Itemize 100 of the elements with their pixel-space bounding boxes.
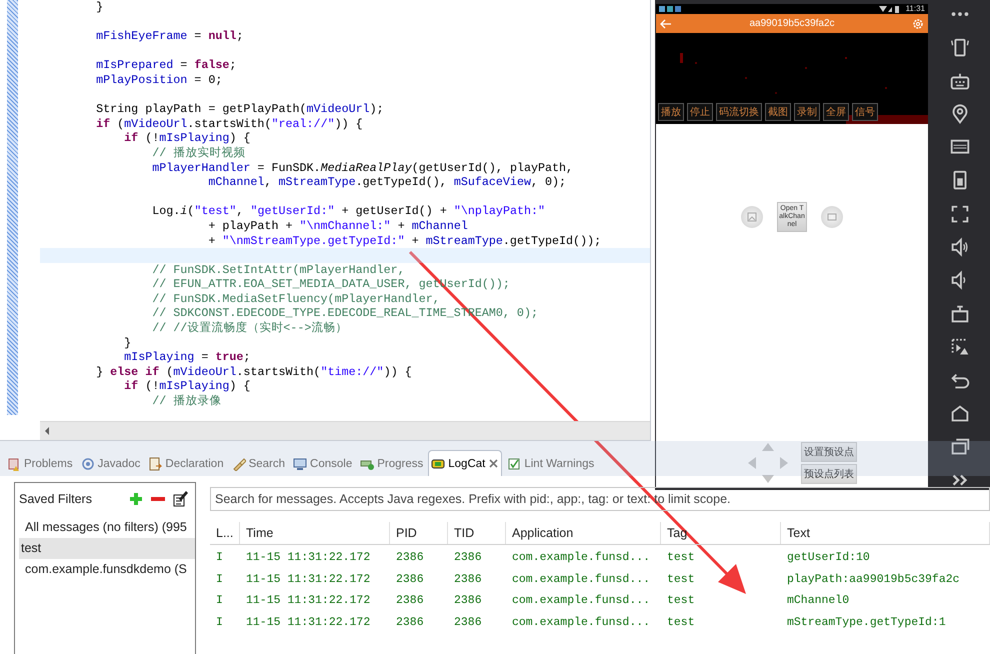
code-line: }: [95, 0, 104, 15]
code-line: mPlayPosition = 0;: [95, 72, 224, 88]
table-cell: getUserId:10: [787, 551, 870, 564]
table-cell: I: [216, 616, 223, 629]
video-icon: [827, 213, 837, 221]
column-header[interactable]: PID: [390, 522, 448, 544]
column-header[interactable]: TID: [448, 522, 506, 544]
code-line: mChannel, mStreamType.getTypeId(), mSufaceView, 0);: [207, 175, 568, 190]
panel-title: Saved Filters: [19, 492, 93, 506]
fullscreen-icon[interactable]: [949, 204, 971, 224]
column-header[interactable]: L...: [210, 522, 240, 544]
close-icon[interactable]: [488, 458, 500, 469]
filter-item[interactable]: All messages (no filters) (995: [19, 517, 195, 538]
table-cell: test: [667, 616, 695, 629]
view-tab[interactable]: Lint Warnings: [504, 450, 598, 476]
code-line: }: [123, 336, 132, 350]
code-line: // 播放实时视频: [151, 146, 246, 161]
notification-icons: [659, 6, 683, 12]
table-cell: 11-15 11:31:22.172: [246, 616, 370, 629]
logcat-icon: [431, 456, 446, 470]
view-tab[interactable]: Progress: [357, 450, 426, 476]
code-line: // FunSDK.SetIntAttr(mPlayerHandler,: [151, 262, 406, 278]
preset-button[interactable]: 设置预设点: [801, 442, 857, 462]
code-line: // FunSDK.MediaSetFluency(mPlayerHandler,: [151, 292, 441, 306]
table-cell: 2386: [396, 616, 424, 629]
view-tab[interactable]: Problems: [4, 450, 76, 476]
table-cell: test: [667, 572, 695, 586]
preset-button[interactable]: 预设点列表: [801, 464, 857, 484]
table-cell: 2386: [454, 551, 482, 564]
video-control-button[interactable]: 停止: [687, 103, 713, 121]
video-control-button[interactable]: 全屏: [823, 103, 849, 121]
code-line: mIsPrepared = false;: [95, 58, 238, 73]
checkbox-icon: [507, 456, 522, 470]
code-line: } else if (mVideoUrl.startsWith("time://")) {: [95, 364, 413, 380]
warning-icon: [7, 456, 21, 470]
table-cell: com.example.funsd...: [512, 551, 650, 564]
code-line: // //设置流畅度（实时<-->流畅）: [151, 321, 348, 336]
table-cell: I: [216, 551, 223, 564]
code-line: if (!mIsPlaying) {: [123, 131, 252, 146]
table-cell: playPath:aa99019b5c39fa2c: [787, 572, 960, 586]
code-line: mPlayerHandler = FunSDK.MediaRealPlay(getUserId(), playPath,: [151, 160, 574, 176]
table-cell: 2386: [396, 594, 424, 608]
column-header[interactable]: Tag: [661, 522, 781, 544]
code-line: Log.i("test", "getUserId:" + getUserId() + "\nplayPath:": [151, 204, 546, 219]
home-icon[interactable]: [949, 403, 971, 424]
table-cell: 2386: [396, 551, 424, 564]
view-tab[interactable]: Javadoc: [78, 450, 144, 476]
table-cell: 11-15 11:31:22.172: [246, 594, 370, 608]
edit-icon[interactable]: [173, 491, 189, 507]
video-control-button[interactable]: 码流切换: [716, 103, 762, 121]
video-control-button[interactable]: 录制: [794, 103, 820, 121]
table-cell: 2386: [454, 616, 482, 629]
screen-title: aa99019b5c39fa2c: [748, 18, 836, 29]
table-cell: test: [667, 551, 695, 564]
table-cell: I: [216, 594, 223, 608]
code-line: + playPath + "\nmChannel:" + mChannel: [207, 218, 469, 234]
table-cell: 2386: [396, 572, 424, 586]
at-icon: [80, 456, 95, 470]
view-tab[interactable]: LogCat: [428, 450, 502, 476]
video-control-button[interactable]: 信号: [852, 103, 878, 121]
column-header[interactable]: Application: [506, 522, 661, 544]
table-cell: 11-15 11:31:22.172: [246, 551, 370, 564]
table-cell: 2386: [454, 572, 482, 586]
horizontal-scrollbar[interactable]: [40, 421, 650, 440]
code-line: // 播放录像: [151, 394, 222, 409]
code-line: String playPath = getPlayPath(mVideoUrl);: [95, 102, 385, 117]
table-cell: com.example.funsd...: [512, 616, 650, 629]
video-control-button[interactable]: 截图: [765, 103, 791, 121]
view-tab[interactable]: Declaration: [145, 450, 227, 476]
code-line: if (mVideoUrl.startsWith("real://")) {: [95, 116, 364, 132]
status-time: 11:31: [906, 4, 925, 14]
clapper-icon[interactable]: [949, 303, 971, 324]
table-cell: 2386: [454, 594, 482, 608]
code-line: + "\nmStreamType.getTypeId:" + mStreamType.getTypeId());: [207, 234, 602, 248]
filter-item[interactable]: test: [19, 538, 195, 559]
recent-apps-icon[interactable]: [949, 436, 971, 457]
signal-battery-icon: [878, 6, 901, 12]
document-icon: [148, 456, 162, 470]
filter-item[interactable]: com.example.funsdkdemo (S: [19, 559, 195, 580]
flashlight-icon: [232, 456, 246, 470]
code-line: if (!mIsPlaying) {: [123, 379, 252, 394]
phone-icon[interactable]: [949, 37, 971, 58]
table-cell: test: [667, 594, 695, 608]
table-cell: 11-15 11:31:22.172: [246, 572, 370, 586]
picture-icon: [747, 212, 757, 222]
monitor-icon: [293, 456, 308, 470]
settings-icon[interactable]: [912, 18, 924, 30]
column-header[interactable]: Text: [781, 522, 990, 544]
scroll-left-icon[interactable]: [44, 427, 50, 435]
view-tab[interactable]: Console: [290, 450, 356, 476]
column-header[interactable]: Time: [240, 522, 390, 544]
screenshot-icon[interactable]: [949, 336, 971, 357]
search-field[interactable]: Search for messages. Accepts Java regexes. Prefix with pid:, app:, tag: or text: to limit scope.: [210, 487, 990, 511]
table-cell: mStreamType.getTypeId:1: [787, 616, 946, 629]
video-control-button[interactable]: 播放: [658, 103, 684, 121]
table-cell: I: [216, 572, 223, 586]
view-tab[interactable]: Search: [228, 450, 288, 476]
table-cell: mChannel0: [787, 594, 850, 608]
table-cell: com.example.funsd...: [512, 572, 650, 586]
code-line: mFishEyeFrame = null;: [95, 29, 244, 44]
